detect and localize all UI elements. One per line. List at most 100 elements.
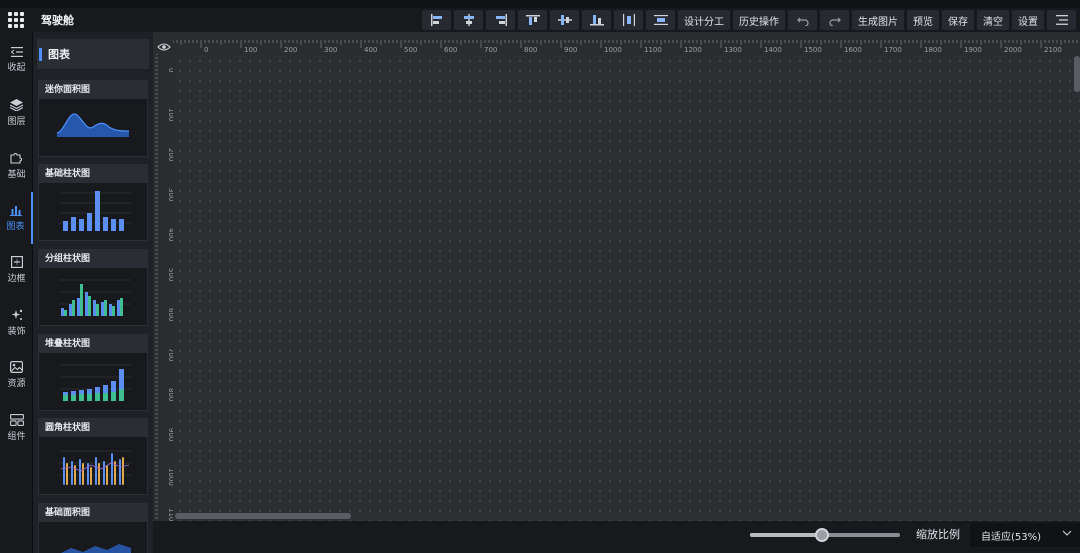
save-button[interactable]: 保存 <box>942 10 974 30</box>
rail-item-components[interactable]: 组件 <box>0 402 33 454</box>
align-middle-v-icon[interactable] <box>550 10 579 30</box>
design-canvas[interactable]: 0 100 200 300 400 500 600 700 800 900 1000 1100 1200… <box>153 32 1080 521</box>
rail-item-label: 图表 <box>6 222 25 232</box>
distribute-horizontal-icon[interactable] <box>614 10 643 30</box>
ruler-label: 1300 <box>724 46 742 54</box>
clear-button[interactable]: 清空 <box>977 10 1009 30</box>
rail-item-collapse[interactable]: 收起 <box>0 34 33 86</box>
zoom-slider-thumb[interactable] <box>815 528 829 542</box>
layers-icon <box>10 99 23 111</box>
stacked-bar-thumbnail <box>59 364 131 401</box>
horizontal-scrollbar[interactable] <box>175 513 351 519</box>
chart-card-stacked-bar[interactable]: 堆叠柱状图 <box>38 334 148 411</box>
ruler-label: 900 <box>167 428 173 441</box>
zoom-label: 缩放比例 <box>916 528 960 541</box>
ruler-label: 1600 <box>844 46 862 54</box>
chart-component-panel: 图表 迷你面积图 基础柱状图 分组柱状图 堆叠柱状图 圆角柱状图 基础面积图 <box>33 32 153 553</box>
ruler-label: 1000 <box>167 468 173 486</box>
rail-item-label: 图层 <box>7 117 26 127</box>
ruler-label: 1700 <box>884 46 902 54</box>
align-right-icon[interactable] <box>486 10 515 30</box>
history-button[interactable]: 历史操作 <box>733 10 785 30</box>
chart-card-title: 迷你面积图 <box>39 81 147 99</box>
border-icon <box>10 256 23 268</box>
zoom-slider-fill <box>750 533 822 537</box>
ruler-label: 500 <box>404 46 417 54</box>
horizontal-ruler: 0 100 200 300 400 500 600 700 800 900 1000 1100 1200… <box>173 40 1080 54</box>
design-split-button[interactable]: 设计分工 <box>678 10 730 30</box>
zoom-slider[interactable] <box>750 528 900 542</box>
ruler-label: 300 <box>324 46 337 54</box>
puzzle-icon <box>10 152 22 164</box>
preview-button[interactable]: 预览 <box>907 10 939 30</box>
ruler-label: 700 <box>167 348 173 361</box>
rail-item-border[interactable]: 边框 <box>0 244 33 296</box>
panel-title: 图表 <box>48 48 70 61</box>
ruler-label: 1400 <box>764 46 782 54</box>
sparkle-icon <box>11 309 22 320</box>
collapse-icon <box>10 47 23 57</box>
align-top-icon[interactable] <box>518 10 547 30</box>
zoom-select-value: 自适应(53%) <box>981 531 1042 543</box>
chart-card-title: 圆角柱状图 <box>39 419 147 437</box>
ruler-label: 1800 <box>924 46 942 54</box>
generate-image-button[interactable]: 生成图片 <box>852 10 904 30</box>
ruler-label: 200 <box>284 46 297 54</box>
rail-item-basic[interactable]: 基础 <box>0 139 33 191</box>
rail-item-label: 装饰 <box>7 327 26 337</box>
zoom-select[interactable]: 自适应(53%) <box>970 523 1080 547</box>
eye-icon[interactable] <box>157 42 171 52</box>
rail-item-label: 组件 <box>7 432 26 442</box>
left-rail: 收起 图层 基础 图表 边框 装饰 资源 组件 <box>0 32 33 553</box>
rail-item-resources[interactable]: 资源 <box>0 349 33 401</box>
ruler-label: 400 <box>364 46 377 54</box>
ruler-label: 0 <box>204 46 208 54</box>
rail-item-label: 基础 <box>7 169 26 180</box>
ruler-label: 200 <box>167 148 173 161</box>
toolbar: 设计分工 历史操作 生成图片 预览 保存 清空 设置 <box>422 8 1080 32</box>
vertical-scrollbar[interactable] <box>1074 56 1080 92</box>
ruler-label: 0 <box>167 68 173 72</box>
bar-chart-icon <box>9 206 22 216</box>
rail-item-label: 边框 <box>7 274 26 284</box>
top-bar: 驾驶舱 设计分工 历史操作 生成图片 预览 保存 清空 设置 <box>0 8 1080 32</box>
ruler-label: 100 <box>167 108 173 121</box>
rail-item-layers[interactable]: 图层 <box>0 87 33 139</box>
ruler-label: 300 <box>167 188 173 201</box>
panel-header-accent <box>39 47 42 61</box>
rail-item-decoration[interactable]: 装饰 <box>0 297 33 349</box>
chart-card-mini-area[interactable]: 迷你面积图 <box>38 80 148 157</box>
rounded-bar-thumbnail <box>59 450 131 485</box>
distribute-vertical-icon[interactable] <box>646 10 675 30</box>
chart-card-basic-area[interactable]: 基础面积图 <box>38 503 148 553</box>
chart-card-title: 堆叠柱状图 <box>39 335 147 353</box>
chart-card-grouped-bar[interactable]: 分组柱状图 <box>38 249 148 326</box>
chevron-down-icon <box>1062 530 1072 536</box>
mini-area-thumbnail <box>56 113 130 137</box>
ruler-label: 1900 <box>964 46 982 54</box>
ruler-label: 1500 <box>804 46 822 54</box>
align-left-icon[interactable] <box>422 10 451 30</box>
chart-card-rounded-bar[interactable]: 圆角柱状图 <box>38 418 148 495</box>
redo-icon[interactable] <box>820 10 849 30</box>
chart-card-basic-bar[interactable]: 基础柱状图 <box>38 164 148 241</box>
ruler-label: 2100 <box>1044 46 1062 54</box>
ruler-label: 100 <box>244 46 257 54</box>
panel-header: 图表 <box>37 39 149 69</box>
menu-icon[interactable] <box>1047 10 1076 30</box>
chart-card-title: 分组柱状图 <box>39 250 147 268</box>
rail-item-chart[interactable]: 图表 <box>0 192 33 244</box>
chart-card-title: 基础柱状图 <box>39 165 147 183</box>
rail-item-label: 收起 <box>7 63 26 73</box>
chart-card-title: 基础面积图 <box>39 504 147 522</box>
ruler-label: 1100 <box>167 508 173 521</box>
ruler-label: 1000 <box>604 46 622 54</box>
settings-button[interactable]: 设置 <box>1012 10 1044 30</box>
app-grid-icon[interactable] <box>8 12 24 28</box>
align-center-h-icon[interactable] <box>454 10 483 30</box>
canvas-grid[interactable] <box>175 56 1080 521</box>
vertical-ruler: 0 100 200 300 400 500 600 700 800 900 1000 1100 <box>155 54 173 521</box>
ruler-label: 800 <box>524 46 537 54</box>
align-bottom-icon[interactable] <box>582 10 611 30</box>
undo-icon[interactable] <box>788 10 817 30</box>
